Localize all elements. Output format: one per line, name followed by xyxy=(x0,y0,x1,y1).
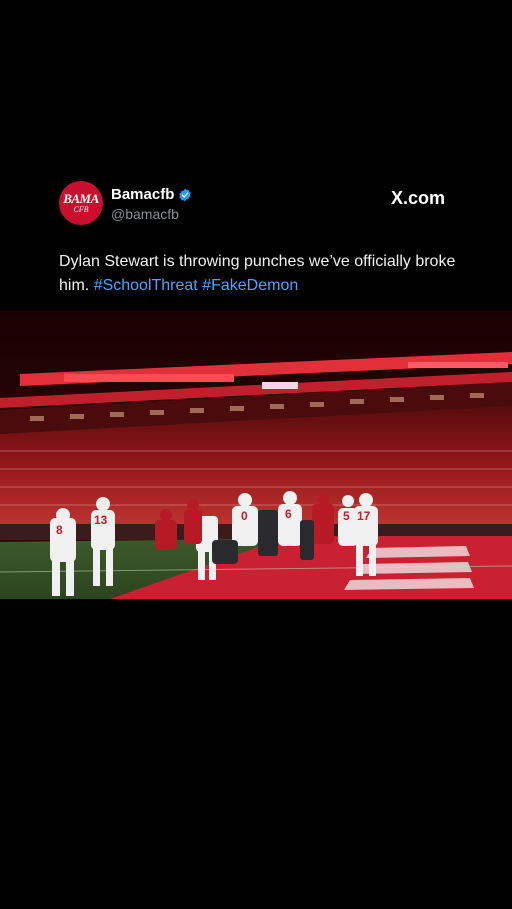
jersey-number: 5 xyxy=(343,509,350,523)
tweet-header: BAMA CFB Bamacfb @bamacfb X.com xyxy=(59,181,449,227)
brand-text: X.com xyxy=(390,188,445,208)
brand: X.com xyxy=(390,188,445,209)
name-row: Bamacfb xyxy=(111,186,192,203)
jersey-number: 17 xyxy=(357,509,371,523)
hashtag-link[interactable]: #SchoolThreat xyxy=(94,277,198,294)
tweet-text: Dylan Stewart is throwing punches we’ve … xyxy=(59,250,459,298)
jersey-number: 8 xyxy=(56,523,63,537)
jersey-number: 0 xyxy=(241,509,248,523)
jersey-number: 6 xyxy=(285,507,292,521)
avatar-text-bottom: CFB xyxy=(73,205,89,214)
hashtag-link[interactable]: #FakeDemon xyxy=(202,277,298,294)
verified-badge-icon xyxy=(179,188,192,201)
handle[interactable]: @bamacfb xyxy=(111,206,179,222)
jersey-number: 13 xyxy=(94,513,108,527)
stadium-scene: 8 13 0 6 5 17 xyxy=(0,310,512,599)
display-name[interactable]: Bamacfb xyxy=(111,186,174,203)
avatar-text-top: BAMA xyxy=(63,191,99,206)
tweet-media[interactable]: 8 13 0 6 5 17 xyxy=(0,310,512,599)
avatar[interactable]: BAMA CFB xyxy=(59,181,103,225)
